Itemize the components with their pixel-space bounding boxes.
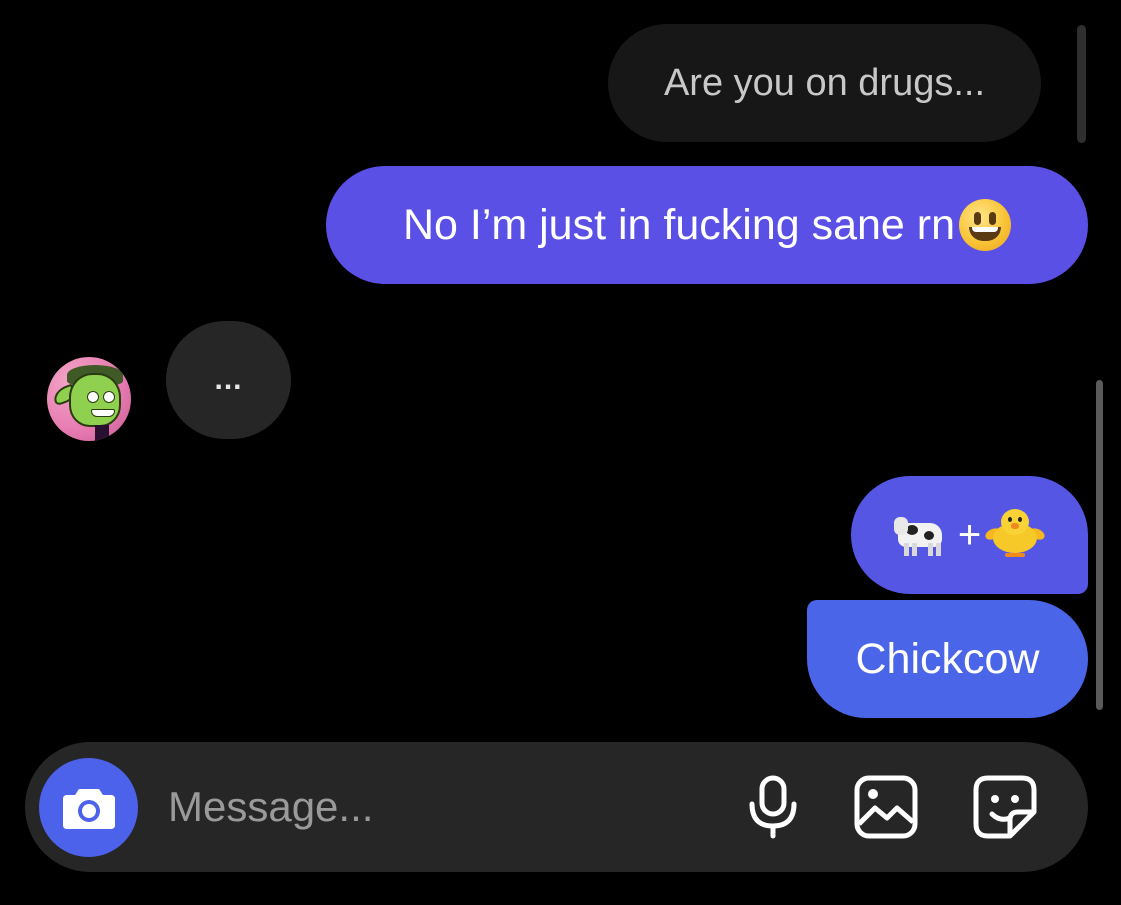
plus-text: +	[957, 512, 982, 557]
microphone-icon	[749, 775, 797, 839]
chick-emoji-icon	[983, 507, 1047, 563]
gallery-button[interactable]	[851, 772, 921, 842]
grinning-face-emoji-icon	[959, 199, 1012, 251]
sticker-button[interactable]	[970, 772, 1040, 842]
message-input[interactable]	[168, 770, 688, 844]
message-text: No I’m just in fucking sane rn	[402, 200, 956, 249]
sticker-icon	[973, 775, 1037, 839]
thread-scrollbar-top[interactable]	[1077, 25, 1086, 143]
message-text: Are you on drugs...	[663, 61, 986, 104]
message-bubble-received[interactable]: Are you on drugs...	[608, 24, 1041, 142]
typing-dots: ...	[214, 363, 243, 396]
thread-scrollbar[interactable]	[1096, 380, 1103, 710]
message-text: Chickcow	[855, 634, 1040, 683]
message-bubble-sent[interactable]: Chickcow	[807, 600, 1088, 718]
message-bubble-sent[interactable]: No I’m just in fucking sane rn	[326, 166, 1088, 284]
camera-button[interactable]	[39, 758, 138, 857]
cow-emoji-icon	[893, 511, 954, 559]
contact-avatar[interactable]	[47, 357, 131, 441]
gallery-icon	[854, 775, 918, 839]
message-bubble-sent-emoji[interactable]: +	[851, 476, 1088, 594]
microphone-button[interactable]	[738, 772, 808, 842]
camera-icon	[62, 788, 115, 829]
typing-indicator: ...	[166, 321, 291, 439]
